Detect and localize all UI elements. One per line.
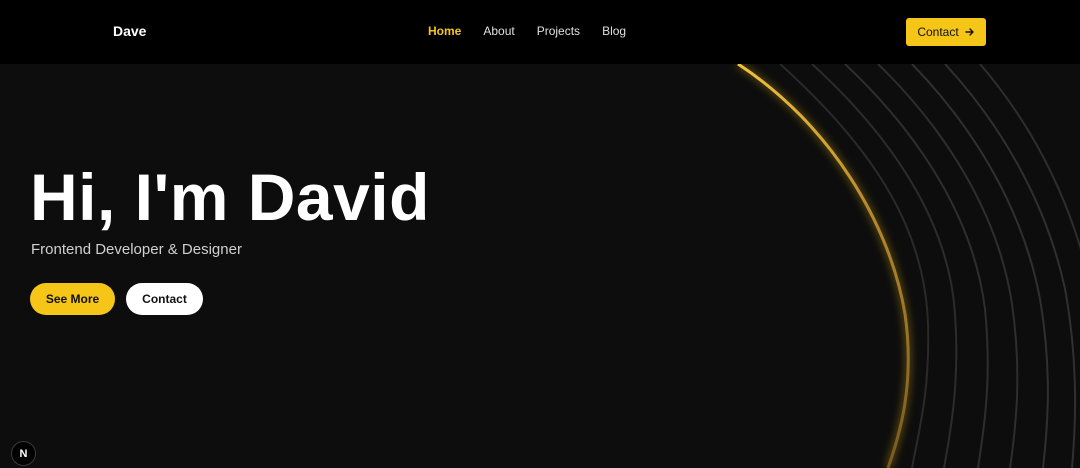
nav-contact-button[interactable]: Contact xyxy=(906,18,986,46)
nextjs-logo-icon: N xyxy=(19,447,28,460)
wave-line xyxy=(844,64,989,468)
arrow-right-icon xyxy=(964,27,975,37)
hero-subtitle: Frontend Developer & Designer xyxy=(31,241,242,258)
see-more-button[interactable]: See More xyxy=(30,283,115,315)
background-curves xyxy=(736,64,1080,468)
nextjs-dev-indicator[interactable]: N xyxy=(11,441,36,466)
nav-contact-label: Contact xyxy=(917,25,959,39)
nav-link-home[interactable]: Home xyxy=(428,22,461,40)
nav-link-about[interactable]: About xyxy=(483,22,514,40)
page: Dave Home About Projects Blog Contact Hi… xyxy=(0,0,1080,468)
brand-logo[interactable]: Dave xyxy=(113,22,146,40)
nav-links: Home About Projects Blog xyxy=(428,22,626,40)
wave-line xyxy=(944,64,1077,468)
wave-line xyxy=(811,64,958,468)
hero-title: Hi, I'm David xyxy=(30,160,430,234)
hero-contact-button[interactable]: Contact xyxy=(126,283,203,315)
gold-wave-line xyxy=(737,64,910,468)
nav-link-projects[interactable]: Projects xyxy=(537,22,580,40)
navbar: Dave Home About Projects Blog Contact xyxy=(0,0,1080,64)
nav-link-blog[interactable]: Blog xyxy=(602,22,626,40)
gold-wave-glow xyxy=(736,64,912,468)
